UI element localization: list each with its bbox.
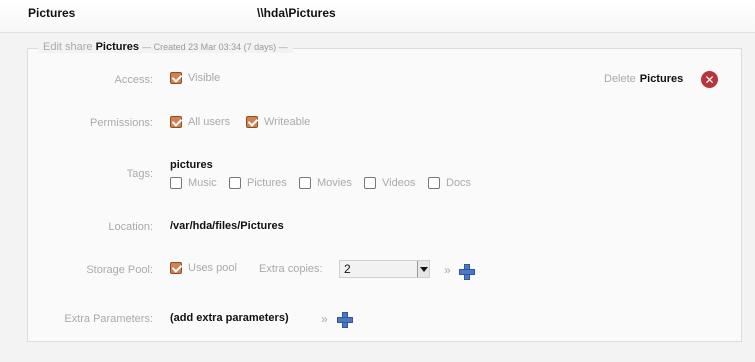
extra-copies-select[interactable]: 2 xyxy=(339,260,430,278)
current-tag-value: pictures xyxy=(170,159,213,171)
share-header: Pictures \\hda\Pictures xyxy=(0,0,755,33)
current-tags: pictures xyxy=(170,159,213,171)
extra-copies-value: 2 xyxy=(344,262,351,276)
access-visible[interactable]: Visible xyxy=(170,72,220,84)
visible-checkbox[interactable] xyxy=(170,72,182,84)
tag-docs-checkbox[interactable] xyxy=(428,177,440,189)
tag-music-label: Music xyxy=(188,177,217,189)
tag-movies-label: Movies xyxy=(317,177,352,189)
permissions-label: Permissions: xyxy=(90,117,153,129)
uses-pool-checkbox[interactable] xyxy=(170,262,182,274)
extra-parameters-wrap: (add extra parameters) xyxy=(170,312,289,324)
tag-option-docs[interactable]: Docs xyxy=(428,177,471,189)
tag-music-checkbox[interactable] xyxy=(170,177,182,189)
tag-pictures-label: Pictures xyxy=(247,177,287,189)
writeable-label: Writeable xyxy=(264,116,311,128)
delete-share-name: Pictures xyxy=(639,73,684,85)
tag-option-pictures[interactable]: Pictures xyxy=(229,177,287,189)
close-circle-icon[interactable]: ✕ xyxy=(701,71,718,88)
uses-pool-label: Uses pool xyxy=(188,262,237,274)
tag-videos-label: Videos xyxy=(382,177,416,189)
share-name[interactable]: Pictures xyxy=(28,6,75,20)
access-label: Access: xyxy=(114,74,153,86)
extra-parameters-value[interactable]: (add extra parameters) xyxy=(170,312,289,324)
plus-icon[interactable] xyxy=(337,312,353,328)
tag-option-music[interactable]: Music xyxy=(170,177,217,189)
uses-pool-option[interactable]: Uses pool xyxy=(170,262,237,274)
writeable-checkbox[interactable] xyxy=(246,116,258,128)
location-value[interactable]: /var/hda/files/Pictures xyxy=(170,220,284,232)
all-users-checkbox[interactable] xyxy=(170,116,182,128)
edit-share-panel xyxy=(27,48,742,342)
visible-label: Visible xyxy=(188,72,221,84)
extra-parameters-label: Extra Parameters: xyxy=(64,313,153,325)
raquo-storage: » xyxy=(444,263,451,277)
legend-created-meta: — Created 23 Mar 03:34 (7 days) — xyxy=(142,42,288,52)
share-path: \\hda\Pictures xyxy=(257,6,336,20)
permission-all-users[interactable]: All users xyxy=(170,116,230,128)
tag-pictures-checkbox[interactable] xyxy=(229,177,241,189)
delete-prefix: Delete xyxy=(604,73,636,85)
edit-share-legend: Edit share Pictures — Created 23 Mar 03:… xyxy=(38,41,293,53)
legend-prefix: Edit share xyxy=(43,41,93,53)
raquo-extra: » xyxy=(321,312,328,326)
legend-share-name: Pictures xyxy=(95,41,140,53)
permission-writeable[interactable]: Writeable xyxy=(246,116,310,128)
storage-pool-label: Storage Pool: xyxy=(86,264,153,276)
delete-share-link[interactable]: Delete Pictures xyxy=(604,73,683,85)
extra-copies-label-wrap: Extra copies: xyxy=(259,263,323,275)
tag-option-videos[interactable]: Videos xyxy=(364,177,415,189)
location-label: Location: xyxy=(108,221,153,233)
tag-docs-label: Docs xyxy=(446,177,472,189)
tags-label: Tags: xyxy=(126,168,153,180)
chevron-down-icon[interactable] xyxy=(417,261,429,277)
tag-videos-checkbox[interactable] xyxy=(364,177,376,189)
tag-movies-checkbox[interactable] xyxy=(299,177,311,189)
tag-option-movies[interactable]: Movies xyxy=(299,177,352,189)
extra-copies-label: Extra copies: xyxy=(259,263,323,275)
plus-icon[interactable] xyxy=(459,264,475,280)
location-value-wrap: /var/hda/files/Pictures xyxy=(170,220,284,232)
all-users-label: All users xyxy=(188,116,231,128)
